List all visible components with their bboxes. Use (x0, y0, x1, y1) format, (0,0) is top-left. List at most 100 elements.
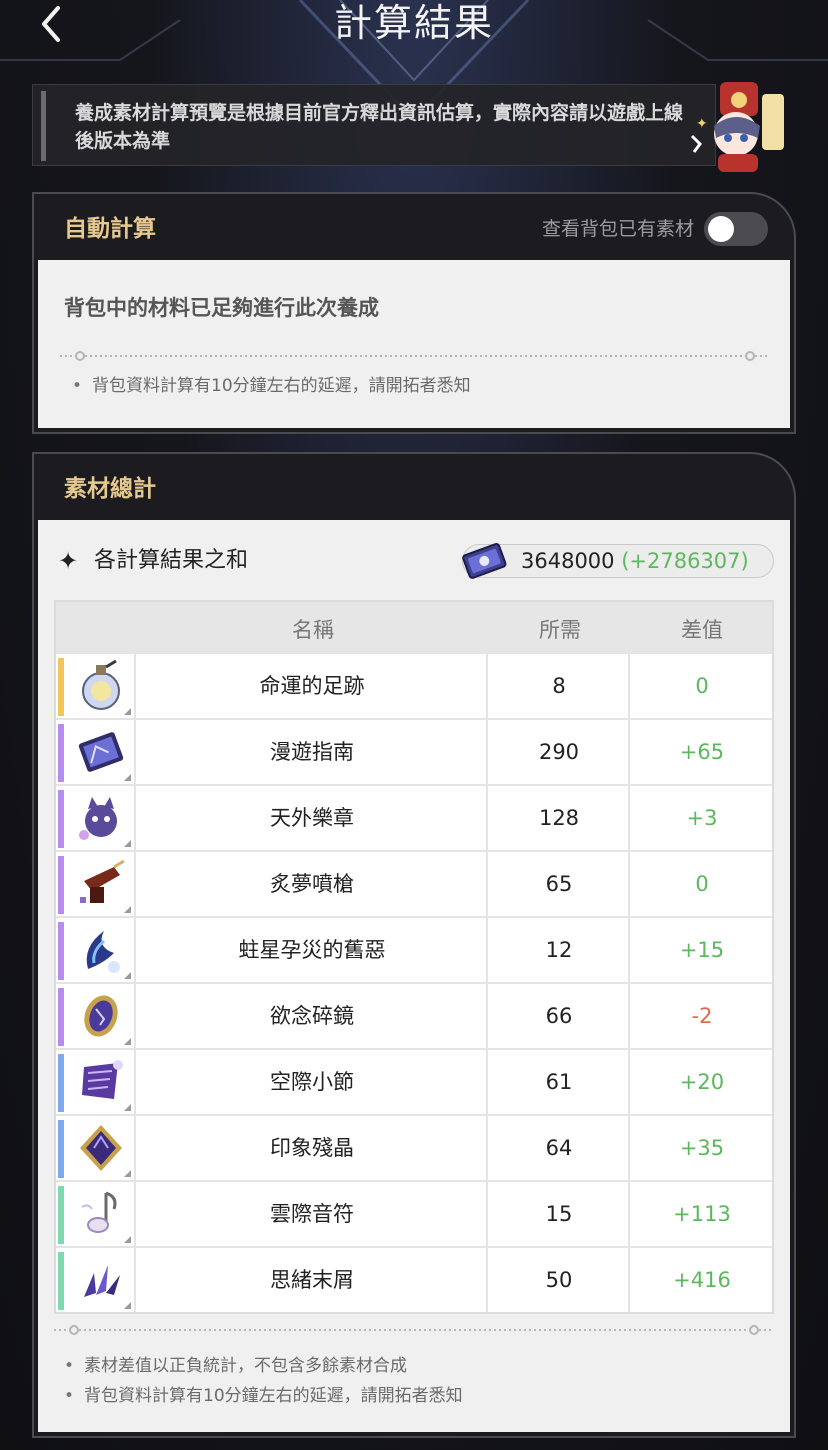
table-row: 漫遊指南 290 +65 (56, 718, 772, 784)
delay-note: 背包資料計算有10分鐘左右的延遲，請開拓者悉知 (64, 1384, 463, 1408)
inventory-toggle[interactable] (704, 212, 768, 246)
material-name: 天外樂章 (138, 786, 488, 850)
column-header-diff: 差值 (681, 618, 723, 642)
material-icon-cell[interactable] (66, 1182, 136, 1246)
corner-mark (124, 1236, 131, 1243)
material-need: 15 (490, 1182, 630, 1246)
material-diff: -2 (691, 1004, 713, 1028)
material-name: 炙夢噴槍 (138, 852, 488, 916)
material-need: 290 (490, 720, 630, 784)
inventory-status-text: 背包中的材料已足夠進行此次養成 (64, 296, 379, 320)
material-icon-cell[interactable] (66, 1248, 136, 1312)
material-diff: +15 (679, 938, 725, 962)
material-diff: +416 (673, 1268, 731, 1292)
rarity-bar (58, 1054, 64, 1112)
corner-mark (124, 906, 131, 913)
material-icon-cell[interactable] (66, 918, 136, 982)
material-need: 65 (490, 852, 630, 916)
scroll-icon (82, 1060, 123, 1099)
header: 計算結果 (0, 0, 828, 50)
dotted-divider (54, 1325, 774, 1335)
book-icon (78, 732, 124, 772)
material-need: 61 (490, 1050, 630, 1114)
rarity-bar (58, 856, 64, 914)
rarity-bar (58, 988, 64, 1046)
corner-mark (124, 1170, 131, 1177)
mirror-icon (84, 995, 118, 1037)
corner-mark (124, 1038, 131, 1045)
auto-calc-header: 自動計算 查看背包已有素材 (34, 194, 794, 260)
sparkle-icon: ✦ (58, 547, 79, 575)
materials-body: ✦ 各計算結果之和 3648000 (+2786307) 名稱 所需 差值 命運… (38, 520, 790, 1432)
material-name: 雲際音符 (138, 1182, 488, 1246)
credit-value-text: 3648000 (+2786307) (521, 548, 749, 574)
credit-icon (462, 543, 507, 579)
corner-mark (124, 774, 131, 781)
material-name: 蛀星孕災的舊惡 (138, 918, 488, 982)
svg-text:✦: ✦ (696, 116, 708, 132)
credit-diff: (+2786307) (621, 549, 749, 573)
corner-mark (124, 972, 131, 979)
material-diff: +20 (679, 1070, 725, 1094)
table-row: 天外樂章 128 +3 (56, 784, 772, 850)
notice-banner: 養成素材計算預覽是根據目前官方釋出資訊估算，實際內容請以遊戲上線後版本為準 (32, 84, 716, 166)
notice-accent-bar (41, 91, 46, 161)
material-diff: +35 (679, 1136, 725, 1160)
rarity-bar (58, 724, 64, 782)
column-header-need: 所需 (539, 618, 581, 642)
diff-note: 素材差值以正負統計，不包含多餘素材合成 (64, 1354, 407, 1378)
corner-mark (124, 840, 131, 847)
material-need: 8 (490, 654, 630, 718)
toggle-knob (708, 216, 734, 242)
materials-table: 名稱 所需 差值 命運的足跡 8 0 漫遊指南 290 +65 天外樂章 128… (54, 600, 774, 1314)
materials-title: 素材總計 (64, 476, 156, 502)
table-row: 空際小節 61 +20 (56, 1048, 772, 1114)
material-name: 思緒末屑 (138, 1248, 488, 1312)
spray-gun-icon (80, 859, 125, 903)
shards-icon (84, 1265, 120, 1297)
corner-mark (124, 1104, 131, 1111)
rarity-bar (58, 1252, 64, 1310)
auto-calc-card: 自動計算 查看背包已有素材 背包中的材料已足夠進行此次養成 背包資料計算有10分… (32, 192, 796, 434)
credit-amount: 3648000 (521, 549, 615, 573)
material-icon-cell[interactable] (66, 984, 136, 1048)
notice-text: 養成素材計算預覽是根據目前官方釋出資訊估算，實際內容請以遊戲上線後版本為準 (75, 102, 684, 152)
material-icon-cell[interactable] (66, 720, 136, 784)
credit-pill: 3648000 (+2786307) (462, 543, 774, 579)
rarity-bar (58, 922, 64, 980)
auto-calc-body: 背包中的材料已足夠進行此次養成 背包資料計算有10分鐘左右的延遲，請開拓者悉知 (38, 260, 790, 428)
rarity-bar (58, 790, 64, 848)
table-row: 炙夢噴槍 65 0 (56, 850, 772, 916)
flask-icon (82, 659, 120, 710)
material-diff: +3 (686, 806, 718, 830)
delay-note: 背包資料計算有10分鐘左右的延遲，請開拓者悉知 (72, 374, 471, 398)
material-icon-cell[interactable] (66, 786, 136, 850)
material-diff: +113 (673, 1202, 731, 1226)
table-row: 命運的足跡 8 0 (56, 652, 772, 718)
rarity-bar (58, 658, 64, 716)
mascot-icon: ✦ (690, 82, 784, 172)
material-diff: 0 (695, 674, 709, 698)
material-icon-cell[interactable] (66, 1050, 136, 1114)
material-icon-cell[interactable] (66, 654, 136, 718)
toggle-label: 查看背包已有素材 (541, 218, 694, 240)
music-cat-icon (79, 797, 117, 840)
crystal-icon (80, 1125, 122, 1171)
material-need: 128 (490, 786, 630, 850)
corner-mark (124, 1302, 131, 1309)
material-name: 命運的足跡 (138, 654, 488, 718)
table-row: 蛀星孕災的舊惡 12 +15 (56, 916, 772, 982)
table-row: 印象殘晶 64 +35 (56, 1114, 772, 1180)
material-icon-cell[interactable] (66, 852, 136, 916)
material-need: 64 (490, 1116, 630, 1180)
material-icon-cell[interactable] (66, 1116, 136, 1180)
dotted-divider (60, 351, 770, 361)
material-need: 12 (490, 918, 630, 982)
note-icon (81, 1191, 117, 1233)
auto-calc-title: 自動計算 (64, 216, 156, 242)
material-diff: +65 (679, 740, 725, 764)
material-name: 欲念碎鏡 (138, 984, 488, 1048)
material-need: 50 (490, 1248, 630, 1312)
page-title: 計算結果 (333, 1, 494, 45)
table-row: 雲際音符 15 +113 (56, 1180, 772, 1246)
